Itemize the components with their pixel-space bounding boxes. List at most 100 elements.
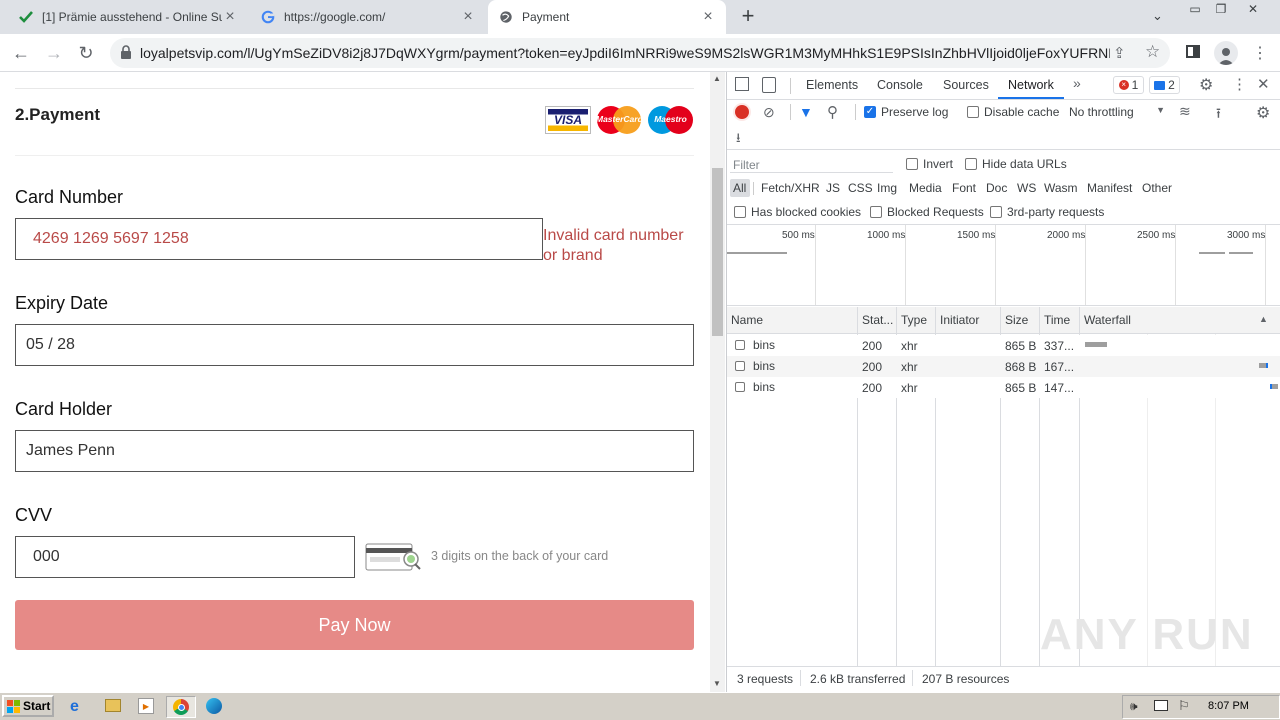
network-icon[interactable] xyxy=(1154,700,1168,711)
menu-kebab-icon[interactable]: ⋮ xyxy=(1252,43,1268,63)
filter-input[interactable]: Filter xyxy=(730,155,893,173)
col-time[interactable]: Time xyxy=(1044,313,1070,327)
col-status[interactable]: Stat... xyxy=(862,313,893,327)
close-window-icon[interactable]: ✕ xyxy=(1242,0,1264,18)
more-tabs-icon[interactable]: » xyxy=(1073,75,1081,91)
cvv-input[interactable]: 000 xyxy=(15,536,355,578)
type-filter-fetch-xhr[interactable]: Fetch/XHR xyxy=(761,181,820,195)
type-filter-img[interactable]: Img xyxy=(877,181,897,195)
invert-checkbox[interactable]: Invert xyxy=(906,157,953,171)
errors-badge[interactable]: × 1 xyxy=(1113,76,1144,94)
type-filter-js[interactable]: JS xyxy=(826,181,840,195)
devtools-menu-icon[interactable]: ⋮ xyxy=(1232,75,1247,93)
close-tab-icon[interactable]: × xyxy=(222,8,238,26)
network-conditions-icon[interactable]: ≋ xyxy=(1179,103,1191,120)
flag-icon[interactable]: ⚐ xyxy=(1178,698,1190,714)
folder-icon[interactable] xyxy=(105,699,121,712)
settings-gear-icon[interactable]: ⚙ xyxy=(1199,75,1213,95)
table-row[interactable] xyxy=(727,377,1280,398)
expiry-input[interactable]: 05 / 28 xyxy=(15,324,694,366)
tab-survey[interactable]: [1] Prämie ausstehend - Online Surv × xyxy=(8,0,248,34)
has-blocked-cookies-checkbox[interactable]: Has blocked cookies xyxy=(734,205,861,219)
tab-sources[interactable]: Sources xyxy=(943,78,989,92)
filter-funnel-icon[interactable]: ▼ xyxy=(799,104,813,120)
media-player-icon[interactable]: ▶ xyxy=(138,698,154,714)
card-holder-input[interactable]: James Penn xyxy=(15,430,694,472)
back-arrow-icon[interactable]: ← xyxy=(8,40,34,66)
record-icon[interactable] xyxy=(735,105,749,119)
share-icon[interactable]: ⇪ xyxy=(1113,44,1126,62)
tab-elements[interactable]: Elements xyxy=(806,78,858,92)
third-party-checkbox[interactable]: 3rd-party requests xyxy=(990,205,1104,219)
col-size[interactable]: Size xyxy=(1005,313,1028,327)
col-waterfall[interactable]: Waterfall xyxy=(1084,313,1131,327)
bookmark-star-icon[interactable]: ☆ xyxy=(1145,42,1160,62)
request-name[interactable]: bins xyxy=(735,359,775,373)
pay-now-button[interactable]: Pay Now xyxy=(15,600,694,650)
import-har-icon[interactable]: ⭱ xyxy=(1216,103,1221,127)
request-name[interactable]: bins xyxy=(735,380,775,394)
clear-icon[interactable]: ⊘ xyxy=(763,104,775,121)
checkbox[interactable] xyxy=(906,158,918,170)
scrollbar-thumb[interactable] xyxy=(712,168,723,336)
volume-icon[interactable]: 🕪 xyxy=(1130,699,1138,714)
device-toolbar-icon[interactable] xyxy=(762,77,776,93)
restore-icon[interactable]: ❐ xyxy=(1210,0,1232,18)
close-tab-icon[interactable]: × xyxy=(460,8,476,26)
col-type[interactable]: Type xyxy=(901,313,927,327)
scroll-up-icon[interactable]: ▲ xyxy=(713,74,721,83)
close-devtools-icon[interactable]: ✕ xyxy=(1257,75,1270,93)
checkbox[interactable] xyxy=(967,106,979,118)
blocked-requests-checkbox[interactable]: Blocked Requests xyxy=(870,205,984,219)
tab-payment[interactable]: Payment × xyxy=(488,0,726,34)
minimize-icon[interactable]: ▭ xyxy=(1184,0,1206,18)
network-settings-gear-icon[interactable]: ⚙ xyxy=(1256,103,1270,123)
col-name[interactable]: Name xyxy=(731,313,763,327)
table-row[interactable] xyxy=(727,335,1280,356)
table-row[interactable] xyxy=(727,356,1280,377)
card-number-input[interactable]: 4269 1269 5697 1258 xyxy=(15,218,543,260)
type-filter-css[interactable]: CSS xyxy=(848,181,873,195)
type-filter-media[interactable]: Media xyxy=(909,181,942,195)
reload-icon[interactable]: ↻ xyxy=(73,40,99,66)
edge-icon[interactable] xyxy=(206,698,222,714)
request-name[interactable]: bins xyxy=(735,338,775,352)
page-scrollbar[interactable] xyxy=(710,72,725,692)
tab-google[interactable]: https://google.com/ × xyxy=(250,0,486,34)
search-icon[interactable]: ⚲ xyxy=(827,103,838,121)
scroll-down-icon[interactable]: ▼ xyxy=(713,679,721,688)
type-filter-manifest[interactable]: Manifest xyxy=(1087,181,1132,195)
preserve-log-checkbox[interactable]: ✓ Preserve log xyxy=(864,105,948,119)
type-filter-wasm[interactable]: Wasm xyxy=(1044,181,1078,195)
tab-search-icon[interactable]: ⌄ xyxy=(1152,8,1163,24)
chrome-taskbar-button[interactable] xyxy=(166,696,196,718)
forward-arrow-icon[interactable]: → xyxy=(41,40,67,66)
type-filter-ws[interactable]: WS xyxy=(1017,181,1036,195)
col-initiator[interactable]: Initiator xyxy=(940,313,979,327)
messages-badge[interactable]: 2 xyxy=(1149,76,1180,94)
sort-up-icon[interactable]: ▲ xyxy=(1259,314,1268,324)
new-tab-button[interactable]: + xyxy=(736,5,760,29)
type-filter-all[interactable]: All xyxy=(733,181,746,195)
checkbox[interactable] xyxy=(965,158,977,170)
type-filter-font[interactable]: Font xyxy=(952,181,976,195)
inspect-element-icon[interactable] xyxy=(735,77,749,91)
type-filter-doc[interactable]: Doc xyxy=(986,181,1007,195)
side-panel-icon[interactable] xyxy=(1186,45,1200,58)
tab-console[interactable]: Console xyxy=(877,78,923,92)
throttling-select[interactable]: No throttling ▼ xyxy=(1069,105,1165,119)
checkbox[interactable] xyxy=(870,206,882,218)
profile-avatar-icon[interactable] xyxy=(1214,41,1238,65)
start-button[interactable]: Start xyxy=(2,695,54,717)
tab-network[interactable]: Network xyxy=(1008,78,1054,92)
type-filter-other[interactable]: Other xyxy=(1142,181,1172,195)
address-bar[interactable]: loyalpetsvip.com/l/UgYmSeZiDV8i2j8J7DqWX… xyxy=(110,38,1170,68)
close-tab-icon[interactable]: × xyxy=(700,8,716,26)
export-har-icon[interactable]: ⭳ xyxy=(736,129,741,151)
checkbox[interactable] xyxy=(990,206,1002,218)
checkbox-checked[interactable]: ✓ xyxy=(864,106,876,118)
checkbox[interactable] xyxy=(734,206,746,218)
disable-cache-checkbox[interactable]: Disable cache xyxy=(967,105,1059,119)
ie-icon[interactable]: e xyxy=(70,698,79,716)
hide-data-urls-checkbox[interactable]: Hide data URLs xyxy=(965,157,1067,171)
